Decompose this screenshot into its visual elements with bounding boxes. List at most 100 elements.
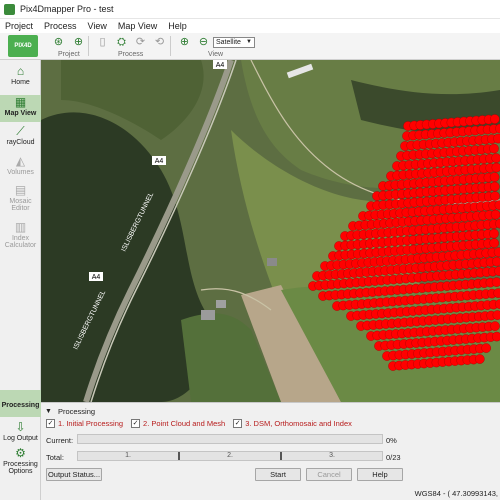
title-bar: Pix4Dmapper Pro - test bbox=[0, 0, 500, 19]
zoom-in-icon[interactable]: ⊕ bbox=[178, 36, 191, 49]
total-segment: 1. bbox=[78, 452, 180, 460]
svg-text:A4: A4 bbox=[216, 62, 225, 69]
toolbar-group-process: Process bbox=[118, 51, 144, 58]
menu-process[interactable]: Process bbox=[44, 21, 77, 31]
image-position-marker[interactable] bbox=[489, 172, 500, 182]
step-dsm-orthomosaic[interactable]: ✓ 3. DSM, Orthomosaic and Index bbox=[233, 419, 352, 428]
processing-header-label: Processing bbox=[57, 407, 96, 416]
menu-map-view[interactable]: Map View bbox=[118, 21, 157, 31]
image-position-marker[interactable] bbox=[491, 153, 500, 163]
sidebar-item-label: Index Calculator bbox=[4, 235, 37, 249]
building bbox=[216, 300, 226, 308]
sidebar-item-label: Volumes bbox=[7, 169, 34, 176]
road-label-a4: A4 bbox=[213, 60, 227, 69]
total-label: Total: bbox=[46, 453, 64, 462]
image-position-marker[interactable] bbox=[489, 181, 500, 192]
sidebar-item-processing-options[interactable]: ⚙ Processing Options bbox=[0, 446, 41, 484]
step-label: 1. Initial Processing bbox=[58, 419, 124, 428]
image-position-marker[interactable] bbox=[490, 321, 500, 331]
image-position-marker[interactable] bbox=[491, 162, 500, 173]
status-bar: WGS84 - ( 47.30993143, bbox=[41, 487, 500, 500]
zoom-out-icon[interactable]: ⊖ bbox=[197, 36, 210, 49]
window-title: Pix4Dmapper Pro - test bbox=[20, 4, 114, 14]
checkbox[interactable]: ✓ bbox=[131, 419, 141, 428]
sidebar-item-mosaic-editor[interactable]: ▤ Mosaic Editor bbox=[0, 183, 41, 217]
menu-help[interactable]: Help bbox=[168, 21, 187, 31]
image-position-marker[interactable] bbox=[492, 331, 500, 342]
toolbar-group-view: View bbox=[208, 51, 224, 58]
satellite-map[interactable]: A4 A4 A4 ISLISBERGTUNNEL ISLISBERGTUNNEL bbox=[41, 60, 500, 402]
image-position-marker[interactable] bbox=[474, 354, 485, 364]
processing-steps: ✓ 1. Initial Processing ✓ 2. Point Cloud… bbox=[46, 419, 360, 428]
image-position-marker[interactable] bbox=[489, 114, 500, 124]
step-initial-processing[interactable]: ✓ 1. Initial Processing bbox=[46, 419, 123, 428]
cancel-button[interactable]: Cancel bbox=[306, 468, 352, 481]
step-label: 3. DSM, Orthomosaic and Index bbox=[245, 419, 352, 428]
raycloud-icon: ⟋ bbox=[16, 124, 25, 138]
checkbox[interactable]: ✓ bbox=[233, 419, 243, 428]
step-label: 2. Point Cloud and Mesh bbox=[143, 419, 226, 428]
menu-view[interactable]: View bbox=[88, 21, 107, 31]
chevron-down-icon: ▼ bbox=[246, 39, 252, 45]
toolbar-group-project: Project bbox=[58, 51, 80, 58]
coordinates-readout: WGS84 - ( 47.30993143, bbox=[414, 489, 498, 498]
image-position-marker[interactable] bbox=[489, 228, 499, 239]
toolbar-separator bbox=[88, 36, 89, 56]
gear-icon: ⚙ bbox=[15, 446, 26, 460]
mosaic-icon: ▤ bbox=[14, 183, 27, 197]
image-position-marker[interactable] bbox=[489, 143, 499, 154]
image-position-marker[interactable] bbox=[490, 209, 500, 220]
processing-panel: ▼ Processing ✓ 1. Initial Processing ✓ 2… bbox=[41, 402, 500, 500]
sidebar-item-label: Mosaic Editor bbox=[9, 198, 32, 212]
sidebar-item-map-view[interactable]: ▦ Map View bbox=[0, 95, 41, 122]
processing-options-icon[interactable]: ⛭ bbox=[115, 36, 128, 49]
new-project-icon[interactable]: ⊛ bbox=[52, 36, 65, 49]
checkbox[interactable]: ✓ bbox=[46, 419, 55, 428]
building bbox=[201, 310, 215, 320]
sidebar-item-home[interactable]: ⌂ Home bbox=[0, 64, 41, 94]
help-button[interactable]: Help bbox=[357, 468, 403, 481]
road-label-a4: A4 bbox=[89, 272, 103, 281]
toolbar-separator bbox=[170, 36, 171, 56]
log-icon: ⇩ bbox=[15, 420, 26, 434]
total-segment: 2. bbox=[180, 452, 282, 460]
map-icon: ▦ bbox=[14, 95, 27, 109]
svg-text:A4: A4 bbox=[92, 274, 101, 281]
sidebar-item-volumes[interactable]: ◭ Volumes bbox=[0, 154, 41, 181]
image-position-marker[interactable] bbox=[489, 238, 500, 248]
sidebar-item-label: Processing Options bbox=[3, 461, 38, 475]
report-icon[interactable]: ▯ bbox=[96, 36, 109, 49]
image-position-marker[interactable] bbox=[492, 256, 500, 267]
reoptimize-icon[interactable]: ⟲ bbox=[153, 36, 166, 49]
output-status-button[interactable]: Output Status... bbox=[46, 468, 102, 481]
image-position-marker[interactable] bbox=[492, 310, 500, 320]
processing-header[interactable]: ▼ Processing bbox=[45, 407, 95, 416]
start-button[interactable]: Start bbox=[255, 468, 301, 481]
volumes-icon: ◭ bbox=[15, 154, 26, 168]
sidebar-item-label: Home bbox=[11, 79, 30, 86]
map-view[interactable]: A4 A4 A4 ISLISBERGTUNNEL ISLISBERGTUNNEL bbox=[41, 60, 500, 402]
sidebar-item-log-output[interactable]: ⇩ Log Output bbox=[0, 420, 41, 446]
image-position-marker[interactable] bbox=[481, 343, 492, 353]
pix4d-logo: PIX4D bbox=[8, 35, 38, 57]
gcp-manager-icon[interactable]: ⊕ bbox=[72, 36, 85, 49]
total-progress-bar: 1. 2. 3. bbox=[77, 451, 383, 461]
collapse-triangle-icon[interactable]: ▼ bbox=[45, 408, 52, 415]
sidebar-item-processing[interactable]: Processing bbox=[0, 390, 41, 417]
total-segment: 3. bbox=[329, 452, 335, 459]
processing-icon bbox=[13, 393, 29, 401]
sidebar-item-raycloud[interactable]: ⟋ rayCloud bbox=[0, 124, 41, 151]
sidebar-item-label: rayCloud bbox=[6, 139, 35, 146]
basemap-select-value: Satellite bbox=[216, 39, 241, 46]
sidebar-item-index-calculator[interactable]: ▥ Index Calculator bbox=[0, 220, 41, 254]
step-point-cloud-mesh[interactable]: ✓ 2. Point Cloud and Mesh bbox=[131, 419, 225, 428]
current-progress-bar bbox=[77, 434, 383, 444]
sidebar-item-label: Processing bbox=[1, 402, 40, 409]
image-position-marker[interactable] bbox=[490, 191, 500, 201]
menu-project[interactable]: Project bbox=[5, 21, 33, 31]
current-progress-value: 0% bbox=[386, 436, 397, 445]
image-position-marker[interactable] bbox=[491, 277, 500, 287]
basemap-select[interactable]: Satellite ▼ bbox=[213, 37, 255, 48]
refresh-icon[interactable]: ⟳ bbox=[134, 36, 147, 49]
building bbox=[267, 258, 277, 266]
